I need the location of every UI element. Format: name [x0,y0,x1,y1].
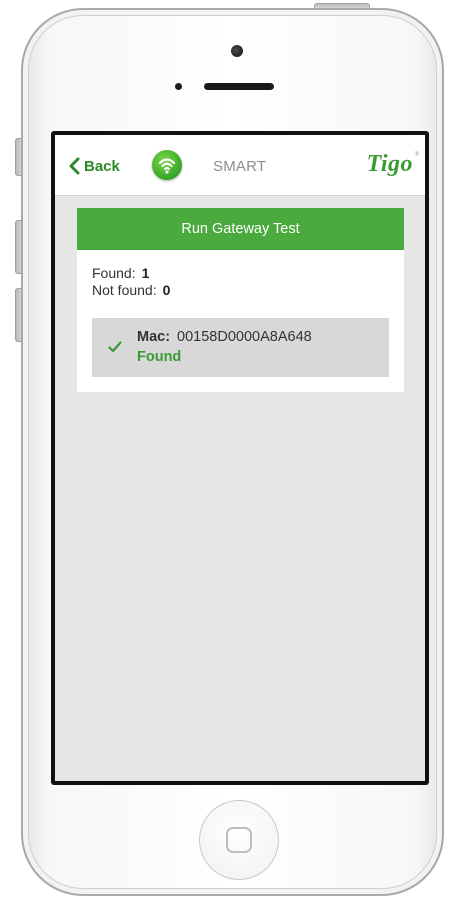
run-gateway-test-button[interactable]: Run Gateway Test [77,208,404,250]
back-label: Back [84,157,120,175]
app-screen: Back SMART Tigo ® Run Gateway Test Found… [55,135,425,781]
registered-mark: ® [414,152,419,158]
back-button[interactable]: Back [68,155,120,177]
check-icon [108,341,122,353]
found-stat: Found: 1 [92,265,149,281]
phone-mockup: Back SMART Tigo ® Run Gateway Test Found… [0,0,460,903]
chevron-left-icon [69,157,80,175]
nav-bar: Back SMART Tigo ® [55,135,425,196]
device-status: Found [137,349,182,365]
mac-value: 00158D0000A8A648 [177,329,312,345]
home-button[interactable] [199,800,279,880]
found-label: Found: [92,265,136,281]
found-count: 1 [141,265,150,281]
wifi-signal-icon [158,158,176,174]
gateway-test-card: Run Gateway Test Found: 1 Not found: 0 Mac… [77,208,404,392]
not-found-count: 0 [162,282,171,298]
front-camera [231,45,243,57]
proximity-sensor [175,83,182,90]
not-found-label: Not found: [92,282,157,298]
mac-label: Mac: [137,329,171,345]
home-square-icon [226,827,252,853]
earpiece-speaker [204,83,274,90]
device-list-item[interactable]: Mac: 00158D0000A8A648 Found [92,318,389,377]
mac-address-line: Mac: 00158D0000A8A648 [137,329,312,345]
tigo-logo: Tigo [366,151,413,177]
wifi-icon [152,150,182,180]
not-found-stat: Not found: 0 [92,282,170,298]
nav-title: SMART [213,158,267,175]
